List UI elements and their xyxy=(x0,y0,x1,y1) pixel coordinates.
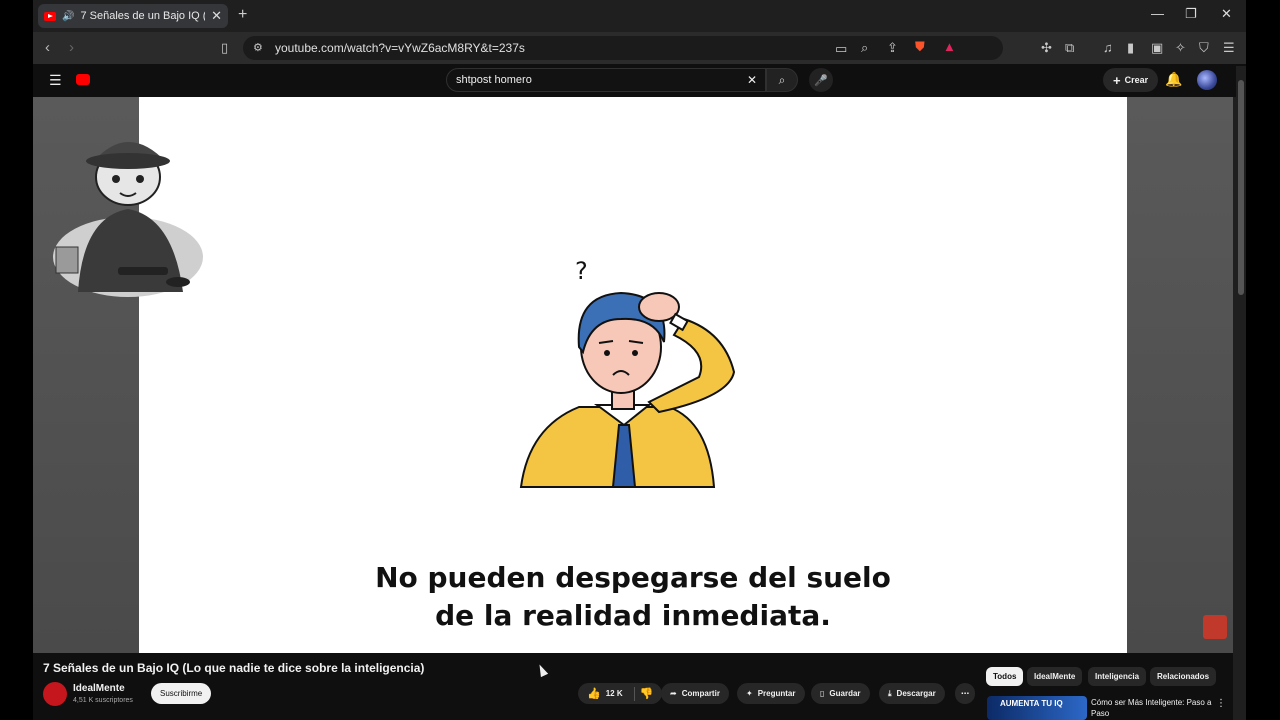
restore-icon[interactable]: ❐ xyxy=(1185,6,1197,22)
share-button[interactable]: ➦ Compartir xyxy=(661,683,729,704)
new-tab-icon[interactable]: + xyxy=(238,6,247,24)
media-icon[interactable]: ♫ xyxy=(1103,40,1113,55)
tab-strip: 🔊 7 Señales de un Bajo IQ (Lo q ✕ + — ❐ … xyxy=(33,0,1246,32)
confused-man-illustration: ? xyxy=(519,257,736,488)
tab-active[interactable]: 🔊 7 Señales de un Bajo IQ (Lo q ✕ xyxy=(38,4,228,28)
more-icon: ⋯ xyxy=(961,689,969,698)
brave-rewards-icon[interactable]: ▲ xyxy=(943,39,956,54)
voice-search-button[interactable]: 🎤 xyxy=(809,68,833,92)
wallet-icon[interactable]: ▣ xyxy=(1151,40,1163,56)
subscriber-count: 4,51 K suscriptores xyxy=(73,697,133,704)
recommendation-thumbnail[interactable]: AUMENTA TU IQ xyxy=(987,696,1087,720)
bookmark-icon[interactable]: ▯ xyxy=(221,40,228,56)
search-icon: ⌕ xyxy=(778,72,786,87)
chip-relacionados[interactable]: Relacionados xyxy=(1150,667,1217,686)
youtube-header: ☰ shtpost homero ✕ ⌕ 🎤 + Crear 🔔 xyxy=(33,64,1246,97)
like-divider xyxy=(633,686,635,701)
browser-window: 🔊 7 Señales de un Bajo IQ (Lo q ✕ + — ❐ … xyxy=(33,0,1246,720)
vpn-icon[interactable]: ⛉ xyxy=(1199,40,1209,56)
question-mark: ? xyxy=(575,257,588,285)
share-page-icon[interactable]: ⇪ xyxy=(887,40,898,56)
thumbs-down-icon[interactable]: 👎 xyxy=(640,687,654,700)
save-button[interactable]: ▯ Guardar xyxy=(811,683,870,704)
brave-shields-icon[interactable]: ⛊ xyxy=(915,39,925,55)
like-button[interactable]: 👍 12 K 👎 xyxy=(578,683,663,704)
download-label: Descargar xyxy=(896,689,936,698)
url-text: youtube.com/watch?v=vYwZ6acM8RY&t=237s xyxy=(275,41,525,55)
clear-search-icon[interactable]: ✕ xyxy=(747,73,757,87)
search-button[interactable]: ⌕ xyxy=(766,68,798,92)
youtube-logo-icon[interactable] xyxy=(76,74,90,85)
save-label: Guardar xyxy=(829,689,861,698)
ask-button[interactable]: ✦ Preguntar xyxy=(737,683,805,704)
video-title: 7 Señales de un Bajo IQ (Lo que nadie te… xyxy=(43,661,425,675)
share-label: Compartir xyxy=(681,689,720,698)
save-icon: ▯ xyxy=(820,689,825,698)
mic-icon: 🎤 xyxy=(814,74,828,87)
video-player[interactable]: ? No pueden despegarse del suelo de la r… xyxy=(33,97,1233,653)
caption-line-2: de la realidad inmediata. xyxy=(435,599,831,632)
window-close-icon[interactable]: ✕ xyxy=(1221,6,1232,22)
chip-all[interactable]: Todos xyxy=(986,667,1024,686)
thumbnail-text: AUMENTA TU IQ xyxy=(1000,699,1063,708)
minimize-icon[interactable]: — xyxy=(1151,6,1164,21)
create-button[interactable]: + Crear xyxy=(1103,68,1159,92)
url-bar[interactable]: ⚙ youtube.com/watch?v=vYwZ6acM8RY&t=237s… xyxy=(243,36,1003,60)
caption-line-1: No pueden despegarse del suelo xyxy=(375,561,891,594)
search-value: shtpost homero xyxy=(456,74,532,86)
back-icon[interactable]: ‹ xyxy=(45,39,50,56)
extensions-icon[interactable]: ✣ xyxy=(1041,40,1052,56)
download-icon: ⤓ xyxy=(888,688,892,698)
hamburger-icon[interactable]: ☰ xyxy=(49,72,62,89)
account-avatar[interactable] xyxy=(1197,70,1217,90)
recommendation-menu-icon[interactable]: ⋮ xyxy=(1216,698,1226,709)
create-label: Crear xyxy=(1124,75,1149,85)
cat-gangster-sticker xyxy=(53,142,203,297)
video-blur-right xyxy=(1127,97,1233,653)
plus-icon: + xyxy=(1113,72,1121,88)
sparkle-icon: ✦ xyxy=(746,689,753,698)
channel-avatar[interactable] xyxy=(43,682,67,706)
scrollbar-thumb[interactable] xyxy=(1238,80,1244,295)
menu-icon[interactable]: ☰ xyxy=(1223,40,1235,56)
share-icon: ➦ xyxy=(670,689,677,698)
tab-title: 7 Señales de un Bajo IQ (Lo q xyxy=(80,10,205,22)
more-actions-button[interactable]: ⋯ xyxy=(955,683,975,704)
channel-name[interactable]: IdealMente xyxy=(73,683,125,694)
leo-ai-icon[interactable]: ✧ xyxy=(1175,40,1186,56)
tab-close-icon[interactable]: ✕ xyxy=(211,8,222,24)
recommendation-title[interactable]: Cómo ser Más Inteligente: Paso a Paso xyxy=(1091,697,1231,719)
chip-inteligencia[interactable]: Inteligencia xyxy=(1088,667,1147,686)
video-overlay-badge[interactable] xyxy=(1203,615,1227,639)
search-input[interactable]: shtpost homero ✕ xyxy=(446,68,766,92)
thumbs-up-icon: 👍 xyxy=(587,688,601,700)
video-frame: ? No pueden despegarse del suelo de la r… xyxy=(139,97,1127,653)
like-count: 12 K xyxy=(605,689,623,698)
zoom-icon[interactable]: ⌕ xyxy=(861,40,868,56)
screenshot-icon[interactable]: ⧉ xyxy=(1065,40,1074,56)
video-details: 7 Señales de un Bajo IQ (Lo que nadie te… xyxy=(33,653,1233,720)
address-toolbar: ‹ › ▯ ⚙ youtube.com/watch?v=vYwZ6acM8RY&… xyxy=(33,32,1246,64)
youtube-favicon-icon xyxy=(44,11,56,21)
speaker-icon[interactable]: 🔊 xyxy=(62,11,74,22)
subscribe-button[interactable]: Suscribirme xyxy=(151,683,212,704)
sidebar-icon[interactable]: ▮ xyxy=(1127,40,1134,56)
site-settings-icon[interactable]: ⚙ xyxy=(253,41,263,54)
video-caption: No pueden despegarse del suelo de la rea… xyxy=(139,559,1127,635)
ask-label: Preguntar xyxy=(757,689,796,698)
notifications-bell-icon[interactable]: 🔔 xyxy=(1165,71,1182,88)
cast-icon[interactable]: ▭ xyxy=(835,41,847,57)
download-button[interactable]: ⤓ Descargar xyxy=(879,683,945,704)
page-scrollbar[interactable] xyxy=(1236,66,1246,720)
forward-icon[interactable]: › xyxy=(69,39,74,56)
chip-idealmente[interactable]: IdealMente xyxy=(1027,667,1083,686)
